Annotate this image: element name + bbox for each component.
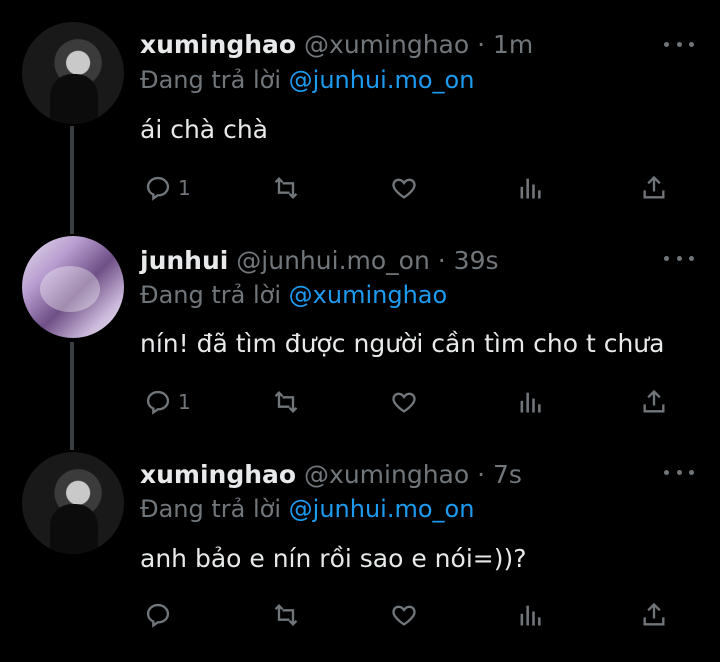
tweet-actions: 1 — [140, 171, 680, 205]
share-icon — [643, 602, 665, 626]
share-button[interactable] — [640, 171, 668, 205]
retweet-icon — [274, 177, 298, 199]
tweet[interactable]: xuminghao @xuminghao · 7s Đang trả lời @… — [0, 434, 720, 662]
more-icon[interactable] — [664, 36, 694, 52]
share-button[interactable] — [640, 385, 668, 419]
replying-prefix: Đang trả lời — [140, 495, 282, 523]
retweet-button[interactable] — [272, 171, 300, 205]
reply-icon — [146, 176, 170, 201]
retweet-icon — [274, 391, 298, 413]
share-icon — [643, 389, 665, 413]
avatar[interactable] — [22, 22, 124, 124]
reply-count: 1 — [178, 176, 191, 200]
user-handle[interactable]: @xuminghao — [304, 460, 469, 489]
tweet-actions: 1 — [140, 385, 680, 419]
share-button[interactable] — [640, 598, 668, 632]
views-button[interactable] — [516, 598, 544, 632]
tweet[interactable]: junhui @junhui.mo_on · 39s Đang trả lời … — [0, 218, 720, 434]
avatar[interactable] — [22, 452, 124, 554]
views-icon — [520, 392, 541, 413]
more-icon[interactable] — [664, 250, 694, 266]
tweet-text: nín! đã tìm được người cần tìm cho t chư… — [140, 329, 665, 358]
mention-link[interactable]: @xuminghao — [289, 281, 448, 309]
like-button[interactable] — [390, 385, 418, 419]
replying-prefix: Đang trả lời — [140, 281, 282, 309]
reply-button[interactable] — [144, 598, 178, 632]
like-icon — [392, 605, 416, 626]
display-name[interactable]: xuminghao — [140, 460, 296, 489]
avatar[interactable] — [22, 236, 124, 338]
timestamp[interactable]: · 7s — [477, 460, 522, 489]
replying-to: Đang trả lời @junhui.mo_on — [140, 495, 474, 523]
tweet-actions — [140, 598, 680, 632]
like-icon — [392, 392, 416, 413]
tweet[interactable]: xuminghao @xuminghao · 1m Đang trả lời @… — [0, 0, 720, 218]
tweet-header: xuminghao @xuminghao · 7s — [140, 460, 522, 489]
like-icon — [392, 178, 416, 199]
reply-button[interactable]: 1 — [144, 171, 191, 205]
replying-prefix: Đang trả lời — [140, 66, 282, 94]
views-icon — [520, 178, 541, 199]
reply-icon — [146, 390, 170, 415]
retweet-icon — [274, 604, 298, 626]
display-name[interactable]: junhui — [140, 246, 228, 275]
mention-link[interactable]: @junhui.mo_on — [289, 66, 475, 94]
like-button[interactable] — [390, 598, 418, 632]
reply-count: 1 — [178, 390, 191, 414]
tweet-text: anh bảo e nín rồi sao e nói=))? — [140, 544, 527, 573]
more-icon[interactable] — [664, 464, 694, 480]
user-handle[interactable]: @xuminghao — [304, 30, 469, 59]
tweet-text: ái chà chà — [140, 115, 268, 144]
user-handle[interactable]: @junhui.mo_on — [236, 246, 430, 275]
display-name[interactable]: xuminghao — [140, 30, 296, 59]
timestamp[interactable]: · 1m — [477, 30, 533, 59]
like-button[interactable] — [390, 171, 418, 205]
replying-to: Đang trả lời @xuminghao — [140, 281, 447, 309]
views-button[interactable] — [516, 385, 544, 419]
timestamp[interactable]: · 39s — [438, 246, 499, 275]
views-icon — [520, 605, 541, 626]
tweet-header: junhui @junhui.mo_on · 39s — [140, 246, 499, 275]
views-button[interactable] — [516, 171, 544, 205]
retweet-button[interactable] — [272, 385, 300, 419]
mention-link[interactable]: @junhui.mo_on — [289, 495, 475, 523]
retweet-button[interactable] — [272, 598, 300, 632]
reply-icon — [146, 603, 170, 628]
share-icon — [643, 175, 665, 199]
replying-to: Đang trả lời @junhui.mo_on — [140, 66, 474, 94]
tweet-header: xuminghao @xuminghao · 1m — [140, 30, 533, 59]
reply-button[interactable]: 1 — [144, 385, 191, 419]
